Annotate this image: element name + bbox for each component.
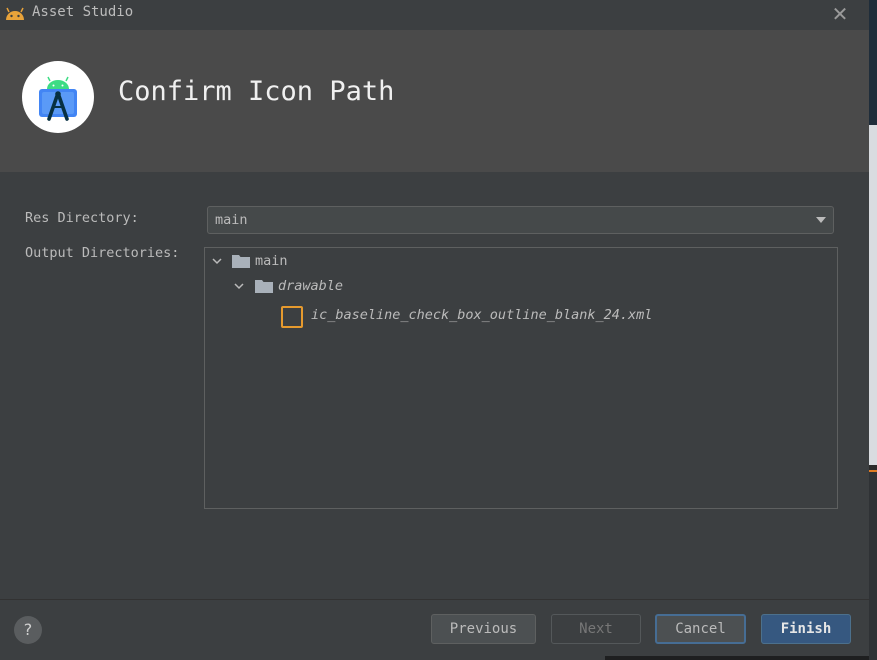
folder-icon [232,255,250,268]
divider [0,599,869,600]
chevron-down-icon[interactable] [233,280,245,292]
android-studio-icon [39,76,77,121]
output-directories-label: Output Directories: [25,245,180,261]
tree-node-main[interactable]: main [205,251,837,271]
divider [605,656,869,660]
close-button[interactable]: ✕ [828,3,852,25]
divider [869,0,877,125]
android-icon [6,7,24,20]
tree-node-label: drawable [278,278,344,294]
res-directory-value: main [215,212,248,228]
previous-button[interactable]: Previous [431,614,536,644]
header-banner: Confirm Icon Path [0,30,869,172]
tree-node-drawable[interactable]: drawable [205,276,837,296]
finish-button[interactable]: Finish [761,614,851,644]
chevron-down-icon[interactable] [211,255,223,267]
folder-icon [255,280,273,293]
page-title: Confirm Icon Path [118,76,395,107]
tree-node-file[interactable]: ic_baseline_check_box_outline_blank_24.x… [205,305,837,328]
divider [869,472,877,660]
background-window-edge [869,0,877,660]
window-title: Asset Studio [32,4,134,20]
help-button[interactable]: ? [14,616,42,644]
next-button[interactable]: Next [551,614,641,644]
check-box-outline-icon [281,306,303,328]
chevron-down-icon [816,217,826,223]
close-icon: ✕ [831,2,849,26]
tree-node-label: ic_baseline_check_box_outline_blank_24.x… [311,307,653,323]
title-bar[interactable]: Asset Studio ✕ [0,0,869,30]
res-directory-select[interactable]: main [207,206,834,234]
cancel-button[interactable]: Cancel [655,614,746,644]
divider [869,125,877,465]
res-directory-label: Res Directory: [25,210,139,226]
tree-node-label: main [255,253,288,269]
android-studio-logo [22,61,94,133]
asset-studio-dialog: Asset Studio ✕ Confirm Icon Path Res Dir… [0,0,870,660]
output-directories-tree[interactable]: main drawable ic_baseline_check_box_outl… [204,247,838,509]
